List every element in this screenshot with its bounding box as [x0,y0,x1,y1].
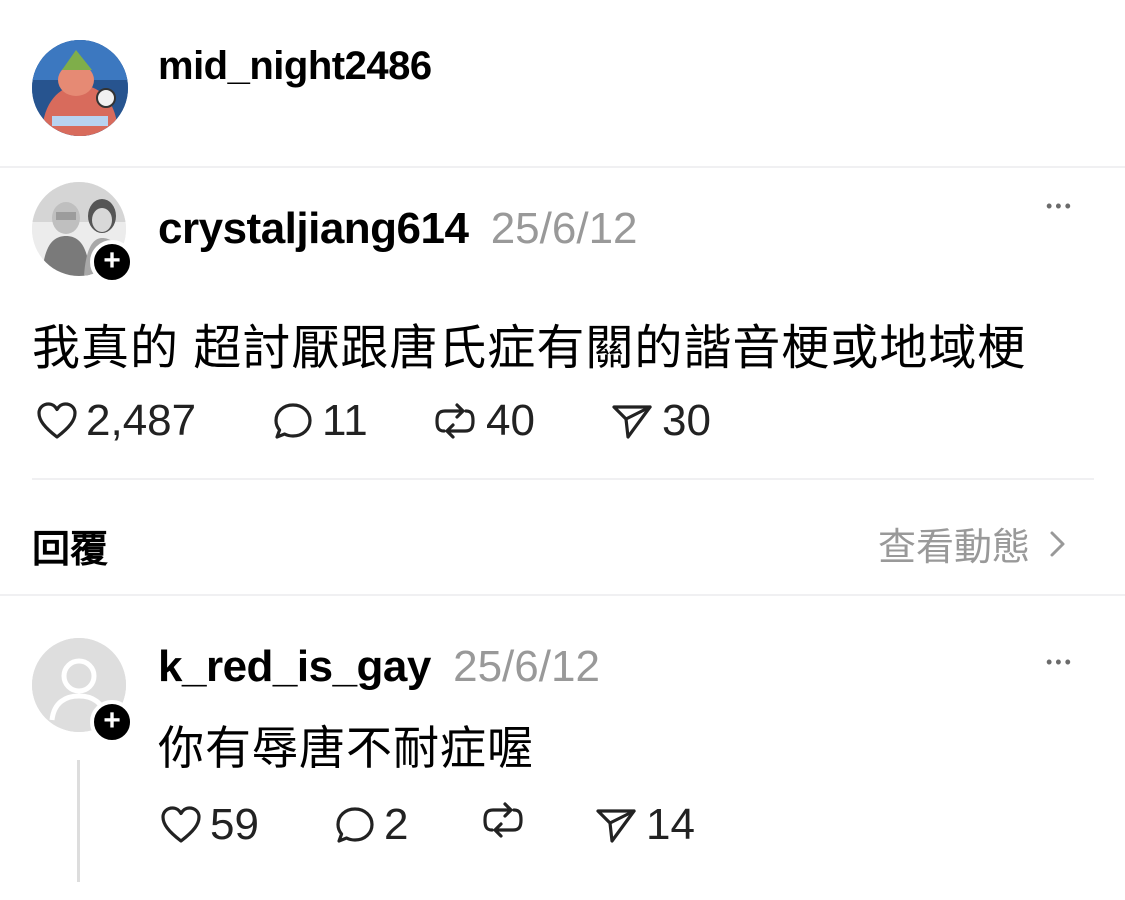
post-text: 我真的 超討厭跟唐氏症有關的諧音梗或地域梗 [32,322,1027,375]
post-like-button[interactable]: 2,487 [36,396,196,446]
reply-label[interactable]: 回覆 [32,518,108,573]
follow-plus-button[interactable]: + [90,240,134,284]
post-comment-count: 11 [322,396,368,445]
comment-bubble-icon [336,807,374,843]
post-share-count: 30 [662,396,711,445]
reply-share-button[interactable]: 14 [594,800,695,850]
post-stats-divider [32,478,1094,480]
reply-share-count: 14 [646,800,695,849]
reply-date: 25/6/12 [453,642,600,691]
post-comment-button[interactable]: 11 [272,396,368,446]
reply-follow-plus-button[interactable]: + [90,700,134,744]
reply-more-icon[interactable]: ••• [1046,652,1074,672]
heart-icon [37,402,77,439]
header-username[interactable]: mid_night2486 [158,44,432,89]
reply-repost-button[interactable] [480,800,526,840]
reply-like-count: 59 [210,800,259,849]
reply-author-username[interactable]: k_red_is_gay [158,642,431,691]
header-divider [0,166,1125,168]
reply-comment-count: 2 [384,800,409,849]
repost-icon [483,802,523,838]
reply-bar-divider [0,594,1125,596]
post-author-username[interactable]: crystaljiang614 [158,204,469,253]
chevron-right-icon [1050,531,1065,556]
reply-like-button[interactable]: 59 [160,800,259,850]
view-activity-link[interactable]: 查看動態 [878,516,1070,571]
reply-text: 你有辱唐不耐症喔 [158,722,534,774]
post-repost-count: 40 [486,396,535,445]
repost-icon [435,403,475,439]
post-repost-button[interactable]: 40 [432,396,535,446]
send-paper-plane-icon [612,405,652,439]
patrick-avatar-icon [32,40,128,136]
reply-header: k_red_is_gay 25/6/12 [158,642,600,692]
post-like-count: 2,487 [86,396,197,445]
header-avatar[interactable] [32,40,128,136]
reply-comment-button[interactable]: 2 [334,800,408,850]
post-header: crystaljiang614 25/6/12 [158,204,638,254]
post-date: 25/6/12 [490,204,638,253]
comment-bubble-icon [274,403,312,439]
view-activity-label: 查看動態 [878,527,1031,569]
post-share-button[interactable]: 30 [610,396,711,446]
heart-icon [161,806,201,843]
post-more-icon[interactable]: ••• [1046,196,1074,216]
thread-line [77,760,80,882]
send-paper-plane-icon [596,809,636,843]
